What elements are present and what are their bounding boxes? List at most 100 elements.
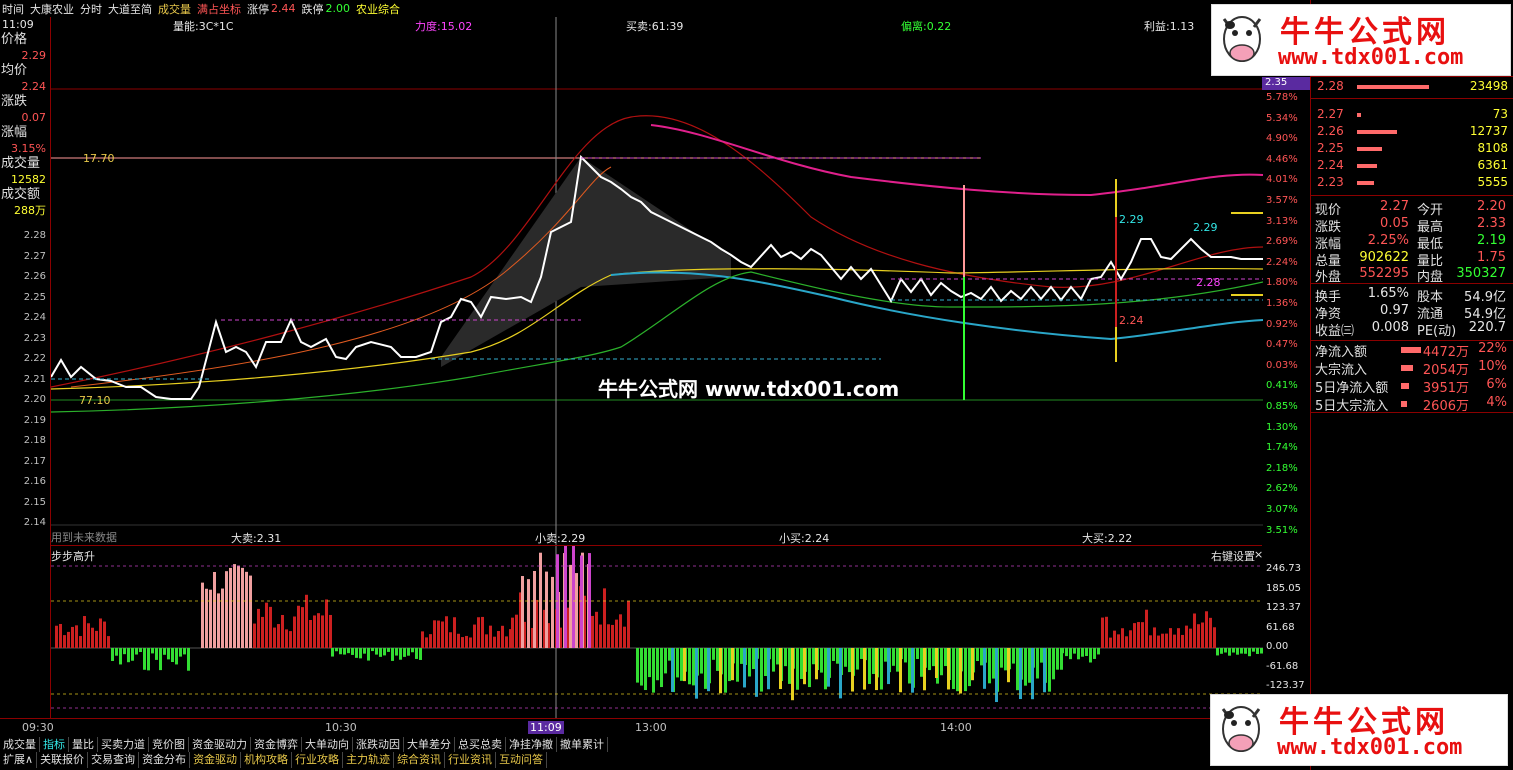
sub-bar <box>1048 648 1051 692</box>
sub-bar <box>959 648 962 694</box>
tab-info[interactable]: 扩展∧ <box>0 752 38 768</box>
order-volume: 23498 <box>1469 79 1508 93</box>
right-axis-tick: 4.90% <box>1266 133 1298 145</box>
order-volume-bar <box>1357 113 1361 117</box>
tab-indicator[interactable]: 资金博弈 <box>251 737 302 752</box>
sub-axis-tick: -123.37 <box>1266 680 1305 691</box>
sub-bar <box>1012 648 1015 664</box>
tab-info[interactable]: 行业资讯 <box>445 752 497 768</box>
tab-indicator[interactable]: 指标 <box>40 737 69 752</box>
coord-mode[interactable]: 满占坐标 <box>197 1 241 17</box>
tab-indicator[interactable]: 净挂净撤 <box>506 737 557 752</box>
sub-bar <box>1073 648 1076 654</box>
sub-bar <box>1224 648 1227 653</box>
tab-indicator[interactable]: 买卖力道 <box>98 737 149 752</box>
sub-bar <box>167 648 170 660</box>
sub-bar <box>171 648 174 663</box>
indicator-mai-mai: 买卖:61:39 <box>626 20 684 33</box>
sub-bar <box>740 648 743 664</box>
sub-bar <box>1024 648 1027 686</box>
tab-indicator[interactable]: 涨跌动因 <box>353 737 404 752</box>
sub-bar <box>143 648 146 670</box>
sub-bar <box>908 648 911 684</box>
order-book-row[interactable]: 2.23 5555 <box>1311 174 1513 191</box>
sub-bar <box>788 648 791 684</box>
tab-indicator[interactable]: 大单动向 <box>302 737 353 752</box>
tab-info[interactable]: 综合资讯 <box>394 752 446 768</box>
right-axis-tick: 3.51% <box>1266 524 1298 536</box>
tab-info[interactable]: 关联报价 <box>37 752 89 768</box>
sub-bar <box>249 575 252 648</box>
sub-bar <box>1043 648 1046 693</box>
quote-row: 换手 1.65% 股本 54.9亿 <box>1311 286 1513 305</box>
sub-bar <box>820 648 823 673</box>
sub-bar <box>245 571 248 648</box>
tab-info[interactable]: 互动问答 <box>496 752 548 768</box>
sub-bar <box>309 620 312 648</box>
intraday-chart[interactable]: 量能:3C*1C 力度:15.02 买卖:61:39 偏离:0.22 利益:1.… <box>50 17 1263 545</box>
sub-bar <box>1113 630 1116 648</box>
tab-info[interactable]: 交易查询 <box>88 752 140 768</box>
tab-info[interactable]: 行业攻略 <box>292 752 344 768</box>
sub-bar <box>351 648 354 655</box>
sub-bar <box>564 546 567 648</box>
left-axis-tick: 2.26 <box>23 271 46 282</box>
sector-name[interactable]: 农业综合 <box>356 1 400 17</box>
sub-bar <box>305 594 308 648</box>
level-label-top: 17.70 <box>83 152 115 165</box>
order-price: 2.25 <box>1317 141 1344 155</box>
tab-indicator[interactable]: 撤单累计 <box>557 737 608 752</box>
order-book-row[interactable]: 2.24 6361 <box>1311 157 1513 174</box>
formula-name[interactable]: 大道至简 <box>108 1 152 17</box>
tab-info[interactable]: 资金分布 <box>139 752 191 768</box>
sub-bar <box>603 588 606 648</box>
fund-flow-row: 净流入额 4472万 22% <box>1311 341 1513 360</box>
panel-separator <box>1311 98 1513 99</box>
sub-bar <box>313 615 316 648</box>
order-book-row[interactable]: 2.28 23498 <box>1311 78 1513 95</box>
sub-bar <box>815 648 818 680</box>
stock-name[interactable]: 大康农业 <box>30 1 74 17</box>
tab-indicator[interactable]: 量比 <box>69 737 98 752</box>
left-axis-tick: 2.22 <box>23 353 46 364</box>
order-book-row[interactable]: 2.26 12737 <box>1311 123 1513 140</box>
order-book-row[interactable]: 2.27 73 <box>1311 106 1513 123</box>
sub-indicator-svg <box>51 546 1263 719</box>
tab-indicator[interactable]: 大单差分 <box>404 737 455 752</box>
time-axis-label: 11:09 <box>528 721 564 734</box>
sub-bar <box>99 618 102 648</box>
quote-value: 1.65% <box>1367 286 1409 301</box>
tab-indicator[interactable]: 成交量 <box>0 737 40 752</box>
flow-pct: 4% <box>1486 395 1507 410</box>
sub-bar <box>107 636 110 648</box>
tab-info[interactable]: 机构攻略 <box>241 752 293 768</box>
sub-bar <box>944 648 947 667</box>
sub-chart-settings[interactable]: 右键设置 <box>1211 548 1255 564</box>
sub-bar <box>217 593 220 648</box>
sub-bar <box>1232 648 1235 653</box>
change-value: 0.07 <box>21 111 47 124</box>
tab-info[interactable]: 资金驱动 <box>190 752 242 768</box>
sub-bar <box>896 648 899 672</box>
sub-bar <box>615 619 618 648</box>
tab-info[interactable]: 主力轨迹 <box>343 752 395 768</box>
sub-bar <box>159 648 162 671</box>
sub-bar <box>461 637 464 648</box>
sub-bar <box>213 571 216 648</box>
sub-bar <box>1004 648 1007 671</box>
sub-bar <box>1081 648 1084 657</box>
quote-value: 0.97 <box>1380 303 1409 318</box>
sub-bar <box>515 614 518 648</box>
view-mode[interactable]: 分时 <box>80 1 102 17</box>
sub-bar <box>1085 648 1088 656</box>
sub-bar <box>205 588 208 648</box>
sub-bar <box>317 613 320 648</box>
future-data-note: 用到未来数据 <box>51 531 117 544</box>
sub-indicator-chart[interactable]: 步步高升 右键设置 × <box>50 545 1263 719</box>
tab-indicator[interactable]: 资金驱动力 <box>189 737 251 752</box>
center-watermark: 牛牛公式网 www.tdx001.com <box>598 377 900 401</box>
tab-indicator[interactable]: 总买总卖 <box>455 737 506 752</box>
watermark-top: 牛牛公式网 www.tdx001.com <box>1211 4 1511 76</box>
order-book-row[interactable]: 2.25 8108 <box>1311 140 1513 157</box>
tab-indicator[interactable]: 竞价图 <box>149 737 189 752</box>
